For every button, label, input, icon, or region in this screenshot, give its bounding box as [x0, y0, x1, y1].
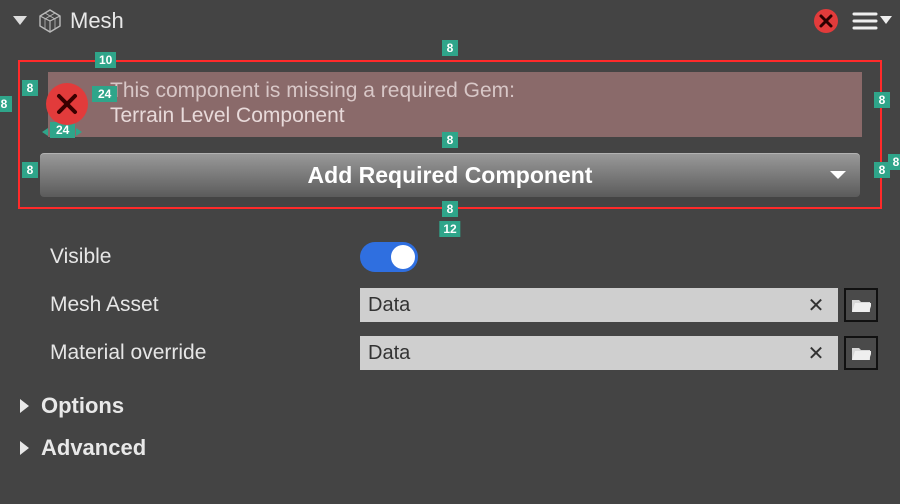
toggle-knob: [391, 245, 415, 269]
section-options[interactable]: Options: [20, 393, 878, 419]
browse-button[interactable]: [844, 336, 878, 370]
warning-line1: This component is missing a required Gem…: [110, 78, 515, 103]
measure-left-inner-top: 8: [22, 80, 38, 96]
visible-toggle[interactable]: [360, 242, 418, 272]
measure-arrow: [76, 128, 82, 136]
mesh-asset-field[interactable]: Data ✕: [360, 288, 838, 322]
measure-right-inner-top: 8: [874, 92, 890, 108]
section-advanced-label: Advanced: [41, 435, 146, 461]
row-visible: Visible: [50, 233, 878, 281]
section-options-label: Options: [41, 393, 124, 419]
measure-left-outer: 8: [0, 96, 12, 112]
chevron-right-icon: [20, 399, 29, 413]
warning-line2: Terrain Level Component: [110, 103, 515, 129]
measure-mid-center: 8: [442, 132, 458, 148]
measure-icon-gap-v: 24: [92, 86, 117, 102]
chevron-down-icon: [830, 171, 846, 179]
row-material-override: Material override Data ✕: [50, 329, 878, 377]
measure-arrow: [42, 128, 48, 136]
section-advanced[interactable]: Advanced: [20, 435, 878, 461]
material-value: Data: [368, 342, 410, 365]
material-field[interactable]: Data ✕: [360, 336, 838, 370]
add-required-component-label: Add Required Component: [308, 162, 593, 189]
browse-button[interactable]: [844, 288, 878, 322]
measure-top-outer: 8: [442, 40, 458, 56]
add-required-component-button[interactable]: Add Required Component: [40, 153, 860, 197]
warning-message-box: This component is missing a required Gem…: [48, 72, 862, 137]
measure-bottom-center: 8: [442, 201, 458, 217]
collapse-caret-icon[interactable]: [8, 13, 32, 29]
clear-icon[interactable]: ✕: [802, 341, 830, 366]
measure-left-inner-bottom: 8: [22, 162, 38, 178]
clear-icon[interactable]: ✕: [802, 293, 830, 318]
mesh-icon: [36, 7, 64, 35]
property-list: Visible Mesh Asset Data ✕ Material overr…: [50, 233, 878, 461]
missing-gem-warning: 8 10 8 8 8 8 8 8 8 8 12 24 24 This compo…: [18, 60, 882, 209]
mesh-asset-value: Data: [368, 294, 410, 317]
header-error-icon[interactable]: [812, 7, 840, 35]
measure-top-inner: 10: [95, 52, 116, 68]
hamburger-menu-icon[interactable]: [852, 11, 892, 31]
material-label: Material override: [50, 341, 360, 365]
warning-text: This component is missing a required Gem…: [110, 78, 515, 129]
mesh-asset-label: Mesh Asset: [50, 293, 360, 317]
visible-label: Visible: [50, 245, 360, 269]
component-header: Mesh: [0, 0, 900, 42]
row-mesh-asset: Mesh Asset Data ✕: [50, 281, 878, 329]
component-title: Mesh: [70, 8, 812, 34]
error-x-icon: [46, 83, 88, 125]
measure-below-gap: 12: [439, 221, 460, 237]
chevron-right-icon: [20, 441, 29, 455]
measure-right-inner-bottom: 8: [874, 162, 890, 178]
